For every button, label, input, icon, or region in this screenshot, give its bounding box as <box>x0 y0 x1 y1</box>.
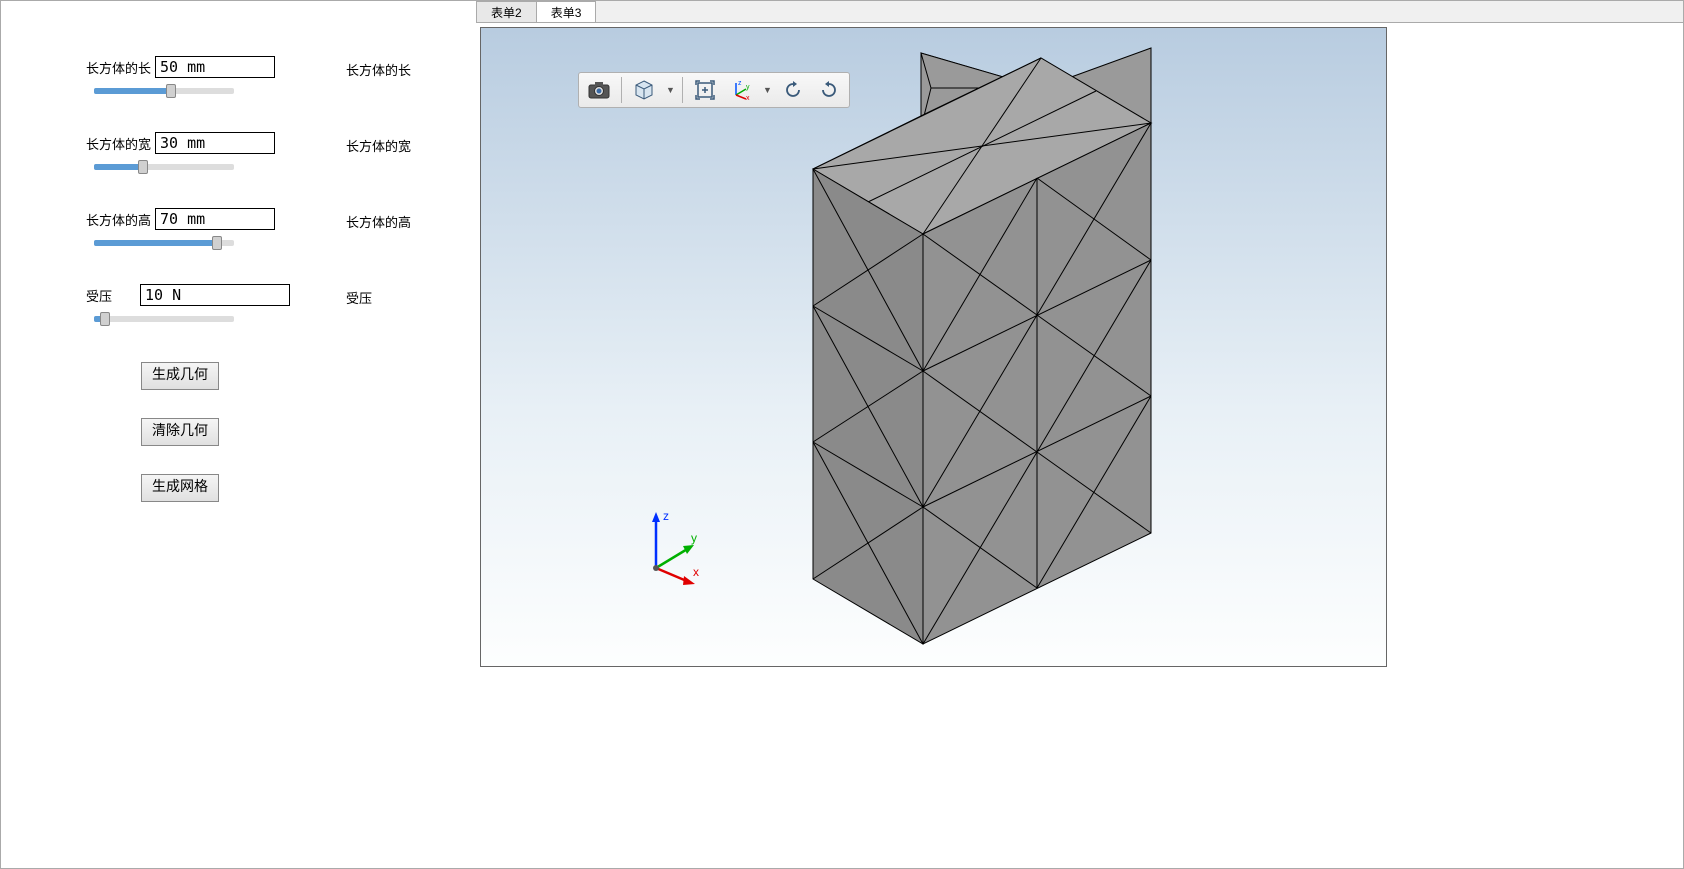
right-label-length: 长方体的长 <box>346 60 411 79</box>
right-panel: 表单2 表单3 <box>476 1 1683 868</box>
label-pressure: 受压 <box>86 286 112 305</box>
input-pressure[interactable] <box>140 284 290 306</box>
viewport-container: ▼ z <box>476 23 1683 868</box>
slider-pressure[interactable] <box>94 316 234 322</box>
param-row-height: 长方体的高 长方体的高 <box>86 208 441 246</box>
right-label-pressure: 受压 <box>346 288 372 307</box>
slider-height[interactable] <box>94 240 234 246</box>
tab-form2[interactable]: 表单2 <box>476 1 537 22</box>
label-height: 长方体的高 <box>86 210 151 229</box>
input-width[interactable] <box>155 132 275 154</box>
generate-geometry-button[interactable]: 生成几何 <box>141 362 219 390</box>
input-height[interactable] <box>155 208 275 230</box>
tab-form3[interactable]: 表单3 <box>536 1 597 22</box>
slider-length[interactable] <box>94 88 234 94</box>
param-row-pressure: 受压 受压 <box>86 284 441 322</box>
label-width: 长方体的宽 <box>86 134 151 153</box>
right-label-width: 长方体的宽 <box>346 136 411 155</box>
app-window: 长方体的长 长方体的长 长方体的宽 <box>0 0 1684 869</box>
svg-text:y: y <box>691 531 697 545</box>
tabs-bar: 表单2 表单3 <box>476 1 1683 23</box>
right-label-height: 长方体的高 <box>346 212 411 231</box>
3d-viewport[interactable]: ▼ z <box>480 27 1387 667</box>
param-row-width: 长方体的宽 长方体的宽 <box>86 132 441 170</box>
label-length: 长方体的长 <box>86 58 151 77</box>
slider-width[interactable] <box>94 164 234 170</box>
generate-mesh-button[interactable]: 生成网格 <box>141 474 219 502</box>
param-row-length: 长方体的长 长方体的长 <box>86 56 441 94</box>
mesh-render <box>481 28 1388 668</box>
axis-triad-indicator: z y x <box>641 506 711 586</box>
svg-text:z: z <box>663 509 669 523</box>
svg-text:x: x <box>693 565 699 579</box>
input-length[interactable] <box>155 56 275 78</box>
clear-geometry-button[interactable]: 清除几何 <box>141 418 219 446</box>
action-buttons: 生成几何 清除几何 生成网格 <box>141 362 441 502</box>
parameters-panel: 长方体的长 长方体的长 长方体的宽 <box>1 1 476 868</box>
